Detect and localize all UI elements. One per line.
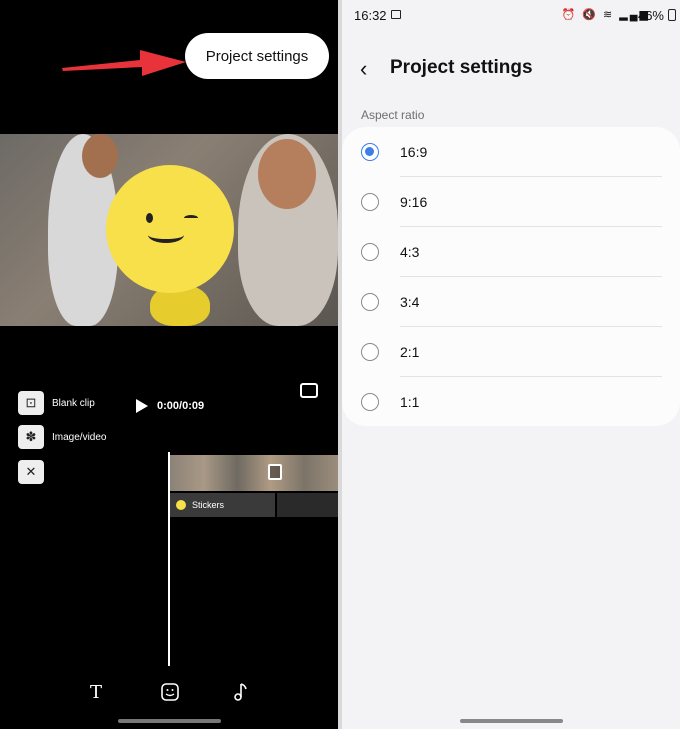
home-indicator	[118, 719, 221, 723]
status-bar: 16:32 ⏰ 🔇 ≋ ▂▄▆ 46%	[342, 0, 680, 30]
video-editor-panel: Project settings ⊡ Blank clip ✽ Image/vi…	[0, 0, 338, 729]
project-settings-screen: 16:32 ⏰ 🔇 ≋ ▂▄▆ 46% ‹ Project settings A…	[342, 0, 680, 729]
clip-marker-icon[interactable]	[268, 464, 282, 480]
sticker-track-label: Stickers	[192, 500, 225, 510]
music-icon[interactable]	[232, 682, 250, 702]
status-icons: ⏰ 🔇 ≋ ▂▄▆	[561, 9, 650, 21]
battery-icon	[668, 9, 676, 21]
aspect-option-3-4[interactable]: 3:4	[342, 277, 680, 327]
back-arrow-icon[interactable]: ‹	[360, 56, 367, 82]
radio-selected-icon[interactable]	[361, 143, 379, 161]
aspect-option-label: 2:1	[400, 344, 420, 360]
aspect-option-label: 1:1	[400, 394, 420, 410]
aspect-option-label: 4:3	[400, 244, 420, 260]
sticker-track-empty	[277, 493, 338, 517]
aspect-ratio-card: 16:9 9:16 4:3 3:4 2:1 1:1	[342, 127, 680, 426]
playhead[interactable]	[168, 452, 170, 666]
home-indicator	[460, 719, 563, 723]
close-icon[interactable]: ✕	[18, 460, 44, 484]
video-filmstrip[interactable]	[170, 455, 338, 491]
smiley-sticker[interactable]	[106, 165, 234, 293]
battery-percent: 46%	[637, 8, 664, 23]
aspect-option-label: 3:4	[400, 294, 420, 310]
screenshot-root: Project settings ⊡ Blank clip ✽ Image/vi…	[0, 0, 680, 729]
sticker-track[interactable]: Stickers	[170, 493, 275, 517]
arrow-annotation	[62, 50, 186, 76]
sticker-track-icon	[176, 500, 186, 510]
status-time: 16:32	[354, 8, 387, 23]
playback-time: 0:00/0:09	[157, 400, 205, 412]
radio-icon[interactable]	[361, 193, 379, 211]
fullscreen-icon[interactable]	[300, 383, 318, 398]
blank-clip-icon[interactable]: ⊡	[18, 391, 44, 415]
aspect-option-label: 9:16	[400, 194, 428, 210]
image-video-label[interactable]: Image/video	[52, 432, 106, 443]
aspect-option-4-3[interactable]: 4:3	[342, 227, 680, 277]
radio-icon[interactable]	[361, 293, 379, 311]
sticker-icon[interactable]	[160, 682, 180, 702]
gallery-notification-icon	[391, 10, 401, 19]
radio-icon[interactable]	[361, 343, 379, 361]
project-settings-callout[interactable]: Project settings	[185, 33, 329, 79]
radio-icon[interactable]	[361, 243, 379, 261]
blank-clip-label[interactable]: Blank clip	[52, 398, 95, 409]
aspect-option-2-1[interactable]: 2:1	[342, 327, 680, 377]
text-icon[interactable]: T	[90, 682, 102, 703]
radio-icon[interactable]	[361, 393, 379, 411]
page-title: Project settings	[390, 57, 533, 78]
aspect-option-label: 16:9	[400, 144, 428, 160]
aspect-option-16-9[interactable]: 16:9	[342, 127, 680, 177]
aspect-option-9-16[interactable]: 9:16	[342, 177, 680, 227]
aspect-option-1-1[interactable]: 1:1	[342, 377, 680, 427]
image-video-icon[interactable]: ✽	[18, 425, 44, 449]
aspect-ratio-section-label: Aspect ratio	[361, 108, 425, 122]
play-icon[interactable]	[136, 399, 148, 413]
